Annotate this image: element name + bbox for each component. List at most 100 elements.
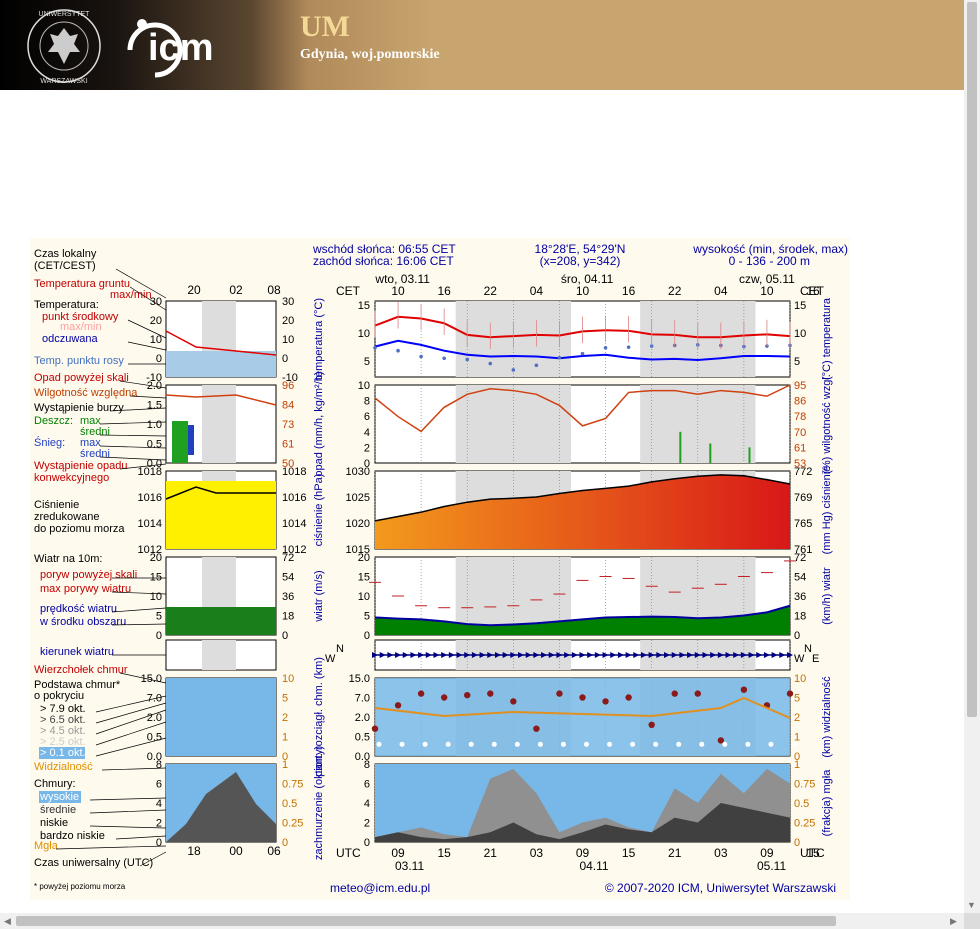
legend-label-high: wysokie (39, 791, 79, 803)
horizontal-scrollbar[interactable]: ◀ ▶ (0, 913, 964, 929)
copyright: © 2007-2020 ICM, Uniwersytet Warszawski (605, 881, 836, 895)
tick-label: 7.0 (355, 693, 370, 705)
scroll-right-arrow-icon[interactable]: ▶ (950, 916, 957, 926)
legend-hour-top: 20 (187, 283, 201, 297)
legend-tick: 10 (282, 673, 294, 685)
legend-hour-top: 02 (229, 283, 243, 297)
legend-pressure-fill (166, 481, 276, 549)
sunset-text: zachód słońca: 16:06 CET (313, 254, 454, 268)
dew-point-mark (465, 357, 470, 362)
legend-tick: 10 (150, 334, 162, 346)
cet-hour-label: 16 (622, 284, 636, 298)
cloud-base-light-mark (630, 741, 636, 747)
legend-label-dew: Temp. punktu rosy (34, 355, 124, 367)
utc-hour-label: 15 (437, 846, 451, 860)
tick-label: 0.25 (794, 818, 815, 830)
tick-label: 765 (794, 518, 812, 530)
axis-title: ciśnienie (hPa) (313, 474, 325, 547)
tick-label: 5 (794, 356, 800, 368)
tick-label: 4 (364, 798, 370, 810)
axis-title: (km/h) wiatr (821, 567, 833, 625)
legend-label-pressure3: do poziomu morza (34, 523, 125, 535)
tick-label: 1030 (346, 466, 370, 478)
legend-label-snow: Śnieg: (34, 436, 65, 449)
legend-tick: 1018 (282, 466, 306, 478)
cloud-base-light-mark (422, 741, 428, 747)
scroll-left-arrow-icon[interactable]: ◀ (4, 916, 11, 926)
legend-label-gust_above: poryw powyżej skali (40, 569, 137, 581)
dew-point-mark (488, 361, 493, 366)
utc-hour-label: 15 (806, 846, 820, 860)
scroll-corner (964, 913, 980, 929)
legend-label-precip_above: Opad powyżej skali (34, 372, 129, 384)
legend-tick: 20 (150, 315, 162, 327)
legend-tick: 6 (156, 779, 162, 791)
axis-title: (mm Hg) ciśnienie (821, 466, 833, 555)
legend-tick: 1.0 (147, 419, 162, 431)
legend-label-conv: Wystąpienie opadu (34, 460, 127, 472)
dew-point-mark (557, 355, 562, 360)
legend-tick: 4 (156, 798, 162, 810)
cloud-base-mark (740, 686, 748, 693)
tick-label: 4 (364, 427, 370, 439)
legend-label-local_time: Czas lokalny (34, 248, 97, 260)
vertical-scrollbar[interactable]: ▼ (964, 0, 980, 913)
cloud-base-light-mark (607, 741, 613, 747)
tick-label: 769 (794, 492, 812, 504)
legend-tick: 0 (282, 837, 288, 849)
legend-label-utc_time: Czas uniwersalny (UTC) (34, 857, 153, 869)
legend-label-fog: Mgła (34, 840, 59, 852)
tick-label: 10 (794, 673, 806, 685)
tick-label: 0.5 (355, 732, 370, 744)
site-header: UNIWERSYTET WARSZAWSKI icm UM Gdynia, wo… (0, 0, 964, 90)
legend-tick: 1014 (282, 518, 306, 530)
horizontal-scroll-thumb[interactable] (16, 916, 836, 926)
cloud-base-light-mark (376, 741, 382, 747)
dew-point-mark (396, 348, 400, 353)
dew-point-mark (603, 345, 608, 350)
tick-label: 1020 (346, 518, 370, 530)
grid-text: (x=208, y=342) (540, 254, 621, 268)
legend-tick: 0 (156, 353, 162, 365)
contact-email[interactable]: meteo@icm.edu.pl (330, 881, 430, 895)
cloud-base-mark (464, 691, 471, 699)
dew-point-mark (419, 354, 423, 359)
utc-date-label: 03.11 (395, 859, 424, 873)
axis-title: opad (mm/h, kg/m²/h) (313, 371, 325, 476)
legend-tick: 72 (282, 552, 294, 564)
axis-title: temperatura (°C) (313, 298, 325, 380)
tick-label: 2 (794, 712, 800, 724)
cloud-base-mark (440, 694, 448, 701)
legend-label-storm: Wystąpienie burzy (34, 402, 124, 414)
legend-tick: 15.0 (141, 673, 162, 685)
legend-label-pressure2: zredukowane (34, 511, 99, 523)
day-label: czw, 05.11 (739, 272, 795, 286)
legend: 3020100-103020100-102.01.51.00.50.096847… (34, 248, 306, 891)
legend-rain-bar (172, 421, 188, 463)
legend-tick: 1 (282, 732, 288, 744)
tick-label: 20 (358, 552, 370, 564)
legend-temp-fill (166, 351, 276, 377)
svg-text:UNIWERSYTET: UNIWERSYTET (39, 11, 91, 18)
legend-tick: 30 (282, 296, 294, 308)
tick-label: 0 (364, 630, 370, 642)
tick-label: 5 (364, 356, 370, 368)
rain-bar (679, 431, 682, 463)
tz-cet-left: CET (336, 284, 361, 298)
cet-hour-label: 16 (437, 284, 451, 298)
scroll-down-arrow-icon[interactable]: ▼ (967, 900, 976, 910)
tick-label: 2.0 (355, 712, 370, 724)
tick-label: 1 (794, 759, 800, 771)
legend-label-clouds: Chmury: (34, 778, 76, 790)
cloud-base-mark (556, 690, 563, 697)
tick-label: 61 (794, 442, 806, 454)
legend-tick: 8 (156, 759, 162, 771)
vertical-scroll-thumb[interactable] (967, 2, 977, 717)
legend-tick: 20 (150, 552, 162, 564)
legend-tick: 73 (282, 419, 294, 431)
legend-hour-bottom: 06 (267, 844, 281, 858)
legend-tick: 0.5 (147, 439, 162, 451)
compass-w: W (794, 653, 805, 665)
tick-label: 0.5 (794, 798, 809, 810)
tick-label: 5 (364, 611, 370, 623)
